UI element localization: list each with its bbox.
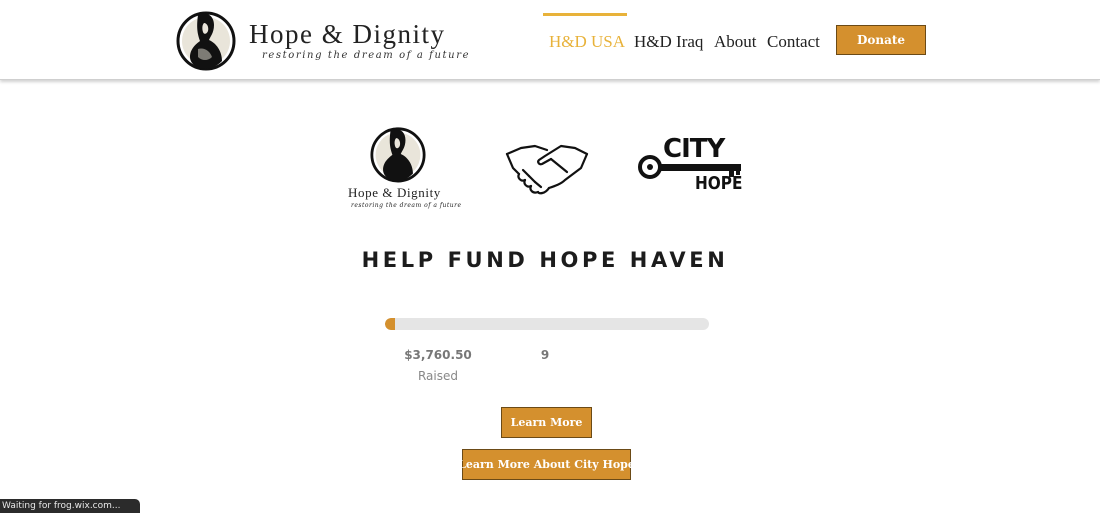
active-nav-indicator — [543, 13, 627, 16]
woman-portrait-logo-icon — [176, 11, 236, 71]
learn-more-button[interactable]: Learn More — [501, 407, 592, 438]
city-hope-hope-text: HOPE — [695, 173, 743, 194]
woman-portrait-icon — [370, 127, 426, 183]
handshake-icon — [505, 144, 589, 195]
learn-more-city-hope-button[interactable]: Learn More About City Hope — [458, 449, 635, 480]
brand-logo-link[interactable]: Hope & Dignity restoring the dream of a … — [176, 9, 476, 73]
city-hope-city-text: CITY — [663, 134, 725, 164]
progress-fill — [385, 318, 395, 330]
donate-button[interactable]: Donate — [836, 25, 926, 55]
nav-item-contact[interactable]: Contact — [767, 32, 820, 52]
nav-item-hd-usa[interactable]: H&D USA — [549, 32, 625, 52]
donor-count: 9 — [540, 348, 550, 362]
brand-tagline: restoring the dream of a future — [262, 50, 471, 61]
nav-item-about[interactable]: About — [714, 32, 757, 52]
hope-dignity-partner-logo: Hope & Dignity restoring the dream of a … — [345, 125, 461, 215]
raised-label: Raised — [417, 369, 458, 383]
partner-logo-name: Hope & Dignity — [348, 185, 441, 200]
fundraising-progress-bar — [385, 318, 709, 330]
city-hope-partner-logo: CITY HOPE — [637, 134, 743, 195]
nav-item-hd-iraq[interactable]: H&D Iraq — [634, 32, 703, 52]
campaign-title: HELP FUND HOPE HAVEN — [361, 248, 729, 272]
site-header: Hope & Dignity restoring the dream of a … — [0, 0, 1100, 80]
partner-logo-tagline: restoring the dream of a future — [351, 202, 462, 209]
raised-amount: $3,760.50 — [404, 348, 472, 362]
brand-name: Hope & Dignity — [249, 19, 446, 49]
